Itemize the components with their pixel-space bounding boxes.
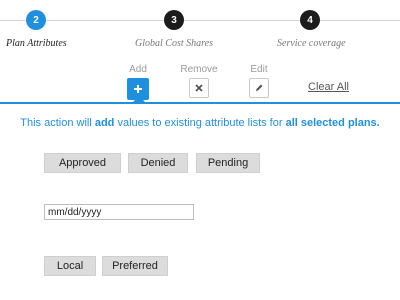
preferred-option[interactable]: Preferred: [102, 256, 168, 276]
pending-option[interactable]: Pending: [196, 153, 260, 173]
add-action: Add: [116, 64, 160, 100]
edit-action: Edit: [237, 64, 281, 98]
stepper-line: [46, 20, 164, 21]
message-emphasis: all selected plans.: [285, 117, 380, 129]
step-2-indicator[interactable]: 2: [26, 10, 46, 30]
step-4-indicator[interactable]: 4: [300, 10, 320, 30]
plus-icon: [134, 85, 142, 93]
step-2-label[interactable]: Plan Attributes: [6, 38, 67, 49]
clear-all-link[interactable]: Clear All: [308, 81, 349, 93]
pencil-icon: [256, 84, 263, 91]
approved-option[interactable]: Approved: [44, 153, 121, 173]
denied-option[interactable]: Denied: [128, 153, 188, 173]
local-option[interactable]: Local: [44, 256, 96, 276]
remove-button[interactable]: [189, 78, 209, 98]
step-4-label[interactable]: Service coverage: [277, 38, 346, 49]
action-message: This action will add values to existing …: [0, 117, 400, 129]
edit-button[interactable]: [249, 78, 269, 98]
close-icon: [195, 84, 203, 92]
edit-label: Edit: [250, 64, 268, 75]
add-label: Add: [129, 64, 147, 75]
toolbar-divider: [0, 102, 400, 104]
date-input[interactable]: [44, 204, 194, 220]
remove-label: Remove: [180, 64, 218, 75]
message-text: This action will: [20, 117, 95, 129]
step-3-indicator[interactable]: 3: [164, 10, 184, 30]
progress-stepper: 2 Plan Attributes 3 Global Cost Shares 4…: [0, 0, 400, 60]
message-text: values to existing attribute lists for: [114, 117, 286, 129]
stepper-line: [320, 20, 400, 21]
step-3-label[interactable]: Global Cost Shares: [135, 38, 213, 49]
remove-action: Remove: [177, 64, 221, 98]
stepper-line: [184, 20, 300, 21]
message-emphasis: add: [94, 117, 115, 129]
stepper-line: [0, 20, 26, 21]
